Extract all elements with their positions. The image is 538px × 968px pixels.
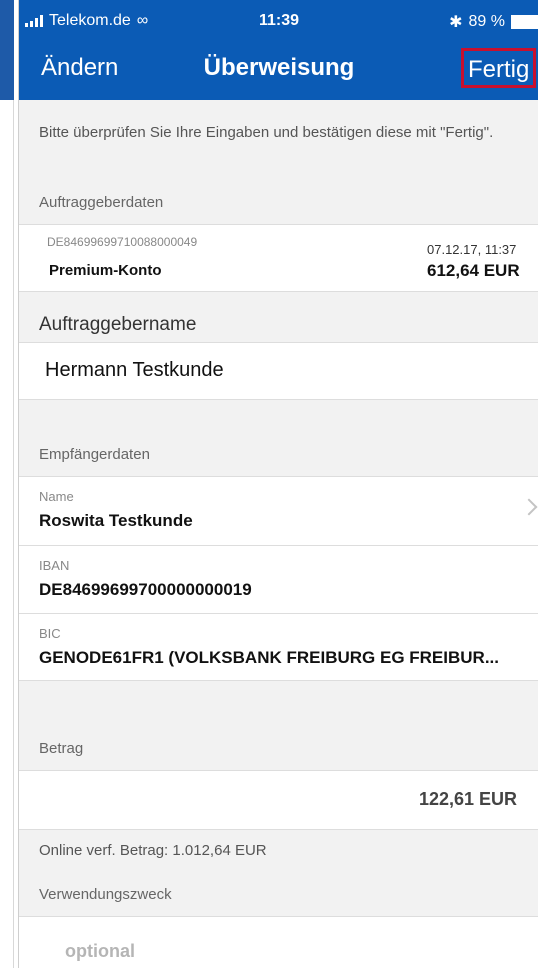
purpose-input[interactable]: optional (19, 916, 538, 968)
purpose-placeholder: optional (65, 941, 135, 961)
phone-screen: Telekom.de ∞ 11:39 ✱ 89 % Ändern Überwei… (18, 0, 538, 968)
bic-row: BIC GENODE61FR1 (VOLKSBANK FREIBURG EG F… (19, 614, 538, 681)
sender-section-label: Auftraggeberdaten (39, 194, 164, 211)
bic-label: BIC (39, 626, 61, 641)
bic-value: GENODE61FR1 (VOLKSBANK FREIBURG EG FREIB… (39, 648, 499, 667)
account-balance: 612,64 EUR (427, 261, 520, 280)
recipient-name-value: Roswita Testkunde (39, 511, 193, 530)
balance-date: 07.12.17, 11:37 (427, 242, 517, 257)
battery-icon (511, 15, 538, 29)
recipient-card: Name Roswita Testkunde IBAN DE8469969970… (19, 476, 538, 681)
iban-row: IBAN DE84699699700000000019 (19, 546, 538, 613)
account-name: Premium-Konto (49, 262, 162, 279)
navigation-bar: Ändern Überweisung Fertig (19, 48, 538, 88)
amount-section-label: Betrag (39, 740, 84, 757)
status-bar: Telekom.de ∞ 11:39 ✱ 89 % (19, 10, 538, 32)
background-window-edge (0, 0, 14, 968)
recipient-name-label: Name (39, 489, 74, 504)
app-header: Telekom.de ∞ 11:39 ✱ 89 % Ändern Überwei… (19, 0, 538, 100)
background-window-header (0, 0, 14, 100)
amount-field[interactable]: 122,61 EUR (19, 770, 538, 830)
sender-name-label: Auftraggebername (39, 314, 197, 335)
bluetooth-icon: ✱ (449, 14, 463, 31)
amount-value: 122,61 EUR (418, 789, 517, 809)
sender-name-field[interactable]: Hermann Testkunde (19, 342, 538, 400)
recipient-section-label: Empfängerdaten (39, 446, 150, 463)
sender-account-card[interactable]: DE84699699710088000049 Premium-Konto 07.… (19, 224, 538, 292)
battery-group: ✱ 89 % (449, 12, 538, 32)
battery-percent: 89 % (468, 13, 505, 30)
available-amount: Online verf. Betrag: 1.012,64 EUR (39, 842, 267, 859)
recipient-name-row[interactable]: Name Roswita Testkunde (19, 477, 538, 545)
iban-label: IBAN (39, 558, 70, 573)
account-number: DE84699699710088000049 (47, 235, 198, 249)
confirmation-hint: Bitte überprüfen Sie Ihre Eingaben und b… (39, 124, 494, 141)
done-button[interactable]: Fertig (461, 48, 537, 88)
chevron-right-icon (520, 498, 538, 516)
purpose-section-label: Verwendungszweck (39, 886, 172, 903)
iban-value: DE84699699700000000019 (39, 580, 252, 599)
sender-name-value: Hermann Testkunde (45, 359, 224, 381)
